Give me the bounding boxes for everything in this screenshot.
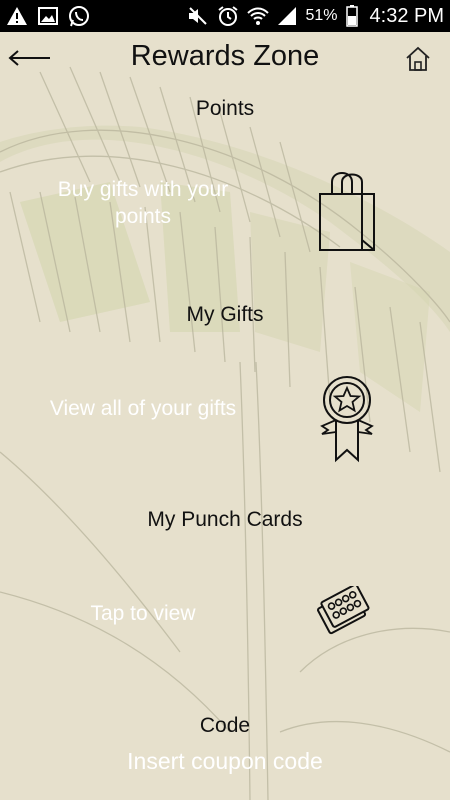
app-header: Rewards Zone <box>0 32 450 88</box>
code-section-title: Code <box>199 714 251 737</box>
status-bar: 51% 4:32 PM <box>0 0 450 32</box>
home-icon <box>406 46 430 71</box>
mute-icon <box>189 7 208 25</box>
award-ribbon-icon[interactable] <box>316 374 378 464</box>
points-section-title: Points <box>195 97 255 120</box>
warning-icon <box>7 7 27 25</box>
signal-icon <box>278 7 297 25</box>
shopping-bag-icon[interactable] <box>316 168 378 254</box>
alarm-icon <box>218 6 239 26</box>
view-gifts-link[interactable]: View all of your gifts <box>20 395 266 422</box>
wifi-icon <box>247 7 270 25</box>
page-title: Rewards Zone <box>130 40 320 72</box>
gifts-section-title: My Gifts <box>186 303 264 326</box>
punch-card-icon[interactable] <box>316 586 376 638</box>
tap-to-view-link[interactable]: Tap to view <box>60 600 226 627</box>
home-button[interactable] <box>404 46 432 72</box>
whatsapp-icon <box>69 6 89 27</box>
punch-cards-section-title: My Punch Cards <box>147 508 303 531</box>
coupon-code-input[interactable]: Insert coupon code <box>0 748 450 775</box>
buy-gifts-link[interactable]: Buy gifts with your points <box>30 176 256 230</box>
image-icon <box>38 7 58 25</box>
status-time: 4:32 PM <box>369 4 444 27</box>
battery-icon <box>345 5 358 27</box>
battery-percent: 51% <box>305 7 338 24</box>
